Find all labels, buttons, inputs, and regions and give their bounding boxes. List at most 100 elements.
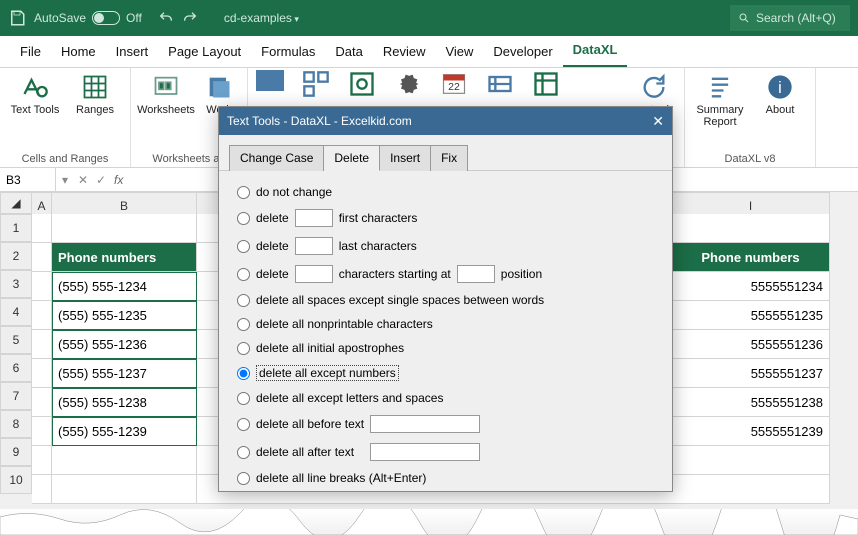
tab-Developer[interactable]: Developer xyxy=(483,36,562,67)
dtab-fix[interactable]: Fix xyxy=(431,145,468,171)
count-input[interactable] xyxy=(295,265,333,283)
tab-Formulas[interactable]: Formulas xyxy=(251,36,325,67)
cell[interactable] xyxy=(32,330,52,359)
row-header[interactable]: 10 xyxy=(0,466,32,494)
cell-B3[interactable]: (555) 555-1234 xyxy=(52,272,197,301)
table-header-B[interactable]: Phone numbers xyxy=(52,243,197,272)
dtab-delete[interactable]: Delete xyxy=(324,145,380,171)
opt-delete-first[interactable]: deletefirst characters xyxy=(237,209,654,227)
fx-icon[interactable]: fx xyxy=(110,173,127,187)
row-header[interactable]: 2 xyxy=(0,242,32,270)
dtab-insert[interactable]: Insert xyxy=(380,145,431,171)
row-header[interactable]: 1 xyxy=(0,214,32,242)
tab-View[interactable]: View xyxy=(435,36,483,67)
cell[interactable] xyxy=(52,214,197,243)
row-header[interactable]: 9 xyxy=(0,438,32,466)
last-chars-input[interactable] xyxy=(295,237,333,255)
worksheets-button[interactable]: Worksheets xyxy=(141,72,191,116)
gear-icon[interactable] xyxy=(394,70,422,92)
cell[interactable] xyxy=(32,243,52,272)
cell-B6[interactable]: (555) 555-1237 xyxy=(52,359,197,388)
opt-before-text[interactable]: delete all before text xyxy=(237,415,654,433)
first-chars-input[interactable] xyxy=(295,209,333,227)
opt-delete-last[interactable]: deletelast characters xyxy=(237,237,654,255)
ranges-button[interactable]: Ranges xyxy=(70,72,120,116)
tab-DataXL[interactable]: DataXL xyxy=(563,34,628,67)
opt-spaces[interactable]: delete all spaces except single spaces b… xyxy=(237,293,654,307)
cell[interactable] xyxy=(52,475,197,504)
confirm-icon[interactable]: ✓ xyxy=(92,173,110,187)
row-header[interactable]: 5 xyxy=(0,326,32,354)
cell[interactable] xyxy=(32,388,52,417)
after-text-input[interactable] xyxy=(370,443,480,461)
row-header[interactable]: 6 xyxy=(0,354,32,382)
tab-Insert[interactable]: Insert xyxy=(106,36,159,67)
row-header[interactable]: 4 xyxy=(0,298,32,326)
summary-report-button[interactable]: Summary Report xyxy=(695,72,745,128)
close-icon[interactable]: ✕ xyxy=(652,113,664,130)
cell-I7[interactable]: 5555551238 xyxy=(672,388,830,417)
cell[interactable] xyxy=(32,359,52,388)
cell-I8[interactable]: 5555551239 xyxy=(672,417,830,446)
tab-Home[interactable]: Home xyxy=(51,36,106,67)
dialog-titlebar[interactable]: Text Tools - DataXL - Excelkid.com ✕ xyxy=(219,107,672,135)
toggle-switch[interactable] xyxy=(92,11,120,25)
app-icon-3[interactable] xyxy=(348,70,376,92)
search-box[interactable]: Search (Alt+Q) xyxy=(730,5,850,31)
cell[interactable] xyxy=(32,417,52,446)
opt-nonprint[interactable]: delete all nonprintable characters xyxy=(237,317,654,331)
select-all-corner[interactable]: ◢ xyxy=(0,192,32,214)
cell-B7[interactable]: (555) 555-1238 xyxy=(52,388,197,417)
row-header[interactable]: 7 xyxy=(0,382,32,410)
autosave-toggle[interactable]: AutoSave Off xyxy=(34,11,142,25)
tab-Data[interactable]: Data xyxy=(325,36,372,67)
save-icon[interactable] xyxy=(8,9,26,27)
opt-apostrophes[interactable]: delete all initial apostrophes xyxy=(237,341,654,355)
cancel-icon[interactable]: ✕ xyxy=(74,173,92,187)
before-text-input[interactable] xyxy=(370,415,480,433)
app-icon-1[interactable] xyxy=(256,70,284,92)
cell[interactable] xyxy=(32,446,52,475)
opt-except-letters[interactable]: delete all except letters and spaces xyxy=(237,391,654,405)
undo-icon[interactable] xyxy=(158,10,174,26)
opt-linebreaks[interactable]: delete all line breaks (Alt+Enter) xyxy=(237,471,654,485)
row-header[interactable]: 8 xyxy=(0,410,32,438)
cell-I6[interactable]: 5555551237 xyxy=(672,359,830,388)
cell[interactable] xyxy=(52,446,197,475)
name-box[interactable]: B3 xyxy=(0,168,56,191)
cell[interactable] xyxy=(32,301,52,330)
cell-B8[interactable]: (555) 555-1239 xyxy=(52,417,197,446)
text-tools-button[interactable]: Text Tools xyxy=(10,72,60,116)
filename[interactable]: cd-examples xyxy=(224,11,299,25)
cell[interactable] xyxy=(672,446,830,475)
cell[interactable] xyxy=(672,475,830,504)
cell[interactable] xyxy=(32,214,52,243)
cell-I4[interactable]: 5555551235 xyxy=(672,301,830,330)
app-icon-2[interactable] xyxy=(302,70,330,92)
cell[interactable] xyxy=(32,272,52,301)
opt-after-text[interactable]: delete all after text xyxy=(237,443,654,461)
opt-delete-starting[interactable]: deletecharacters starting atposition xyxy=(237,265,654,283)
about-button[interactable]: i About xyxy=(755,72,805,128)
calendar-icon[interactable]: 22 xyxy=(440,70,468,92)
tab-File[interactable]: File xyxy=(10,36,51,67)
app-icon-6[interactable] xyxy=(486,70,514,92)
position-input[interactable] xyxy=(457,265,495,283)
cell[interactable] xyxy=(32,475,52,504)
row-header[interactable]: 3 xyxy=(0,270,32,298)
cell-B5[interactable]: (555) 555-1236 xyxy=(52,330,197,359)
tab-Page-Layout[interactable]: Page Layout xyxy=(158,36,251,67)
tab-Review[interactable]: Review xyxy=(373,36,436,67)
cell-I5[interactable]: 5555551236 xyxy=(672,330,830,359)
redo-icon[interactable] xyxy=(182,10,198,26)
cell-B4[interactable]: (555) 555-1235 xyxy=(52,301,197,330)
opt-except-numbers[interactable]: delete all except numbers xyxy=(237,365,654,381)
app-icon-7[interactable] xyxy=(532,70,560,92)
svg-text:22: 22 xyxy=(448,81,460,93)
opt-no-change[interactable]: do not change xyxy=(237,185,654,199)
table-header-I[interactable]: Phone numbers xyxy=(672,243,830,272)
cell-I3[interactable]: 5555551234 xyxy=(672,272,830,301)
dtab-change-case[interactable]: Change Case xyxy=(229,145,324,171)
cell[interactable] xyxy=(672,214,830,243)
dropdown-icon[interactable]: ▾ xyxy=(56,173,74,187)
